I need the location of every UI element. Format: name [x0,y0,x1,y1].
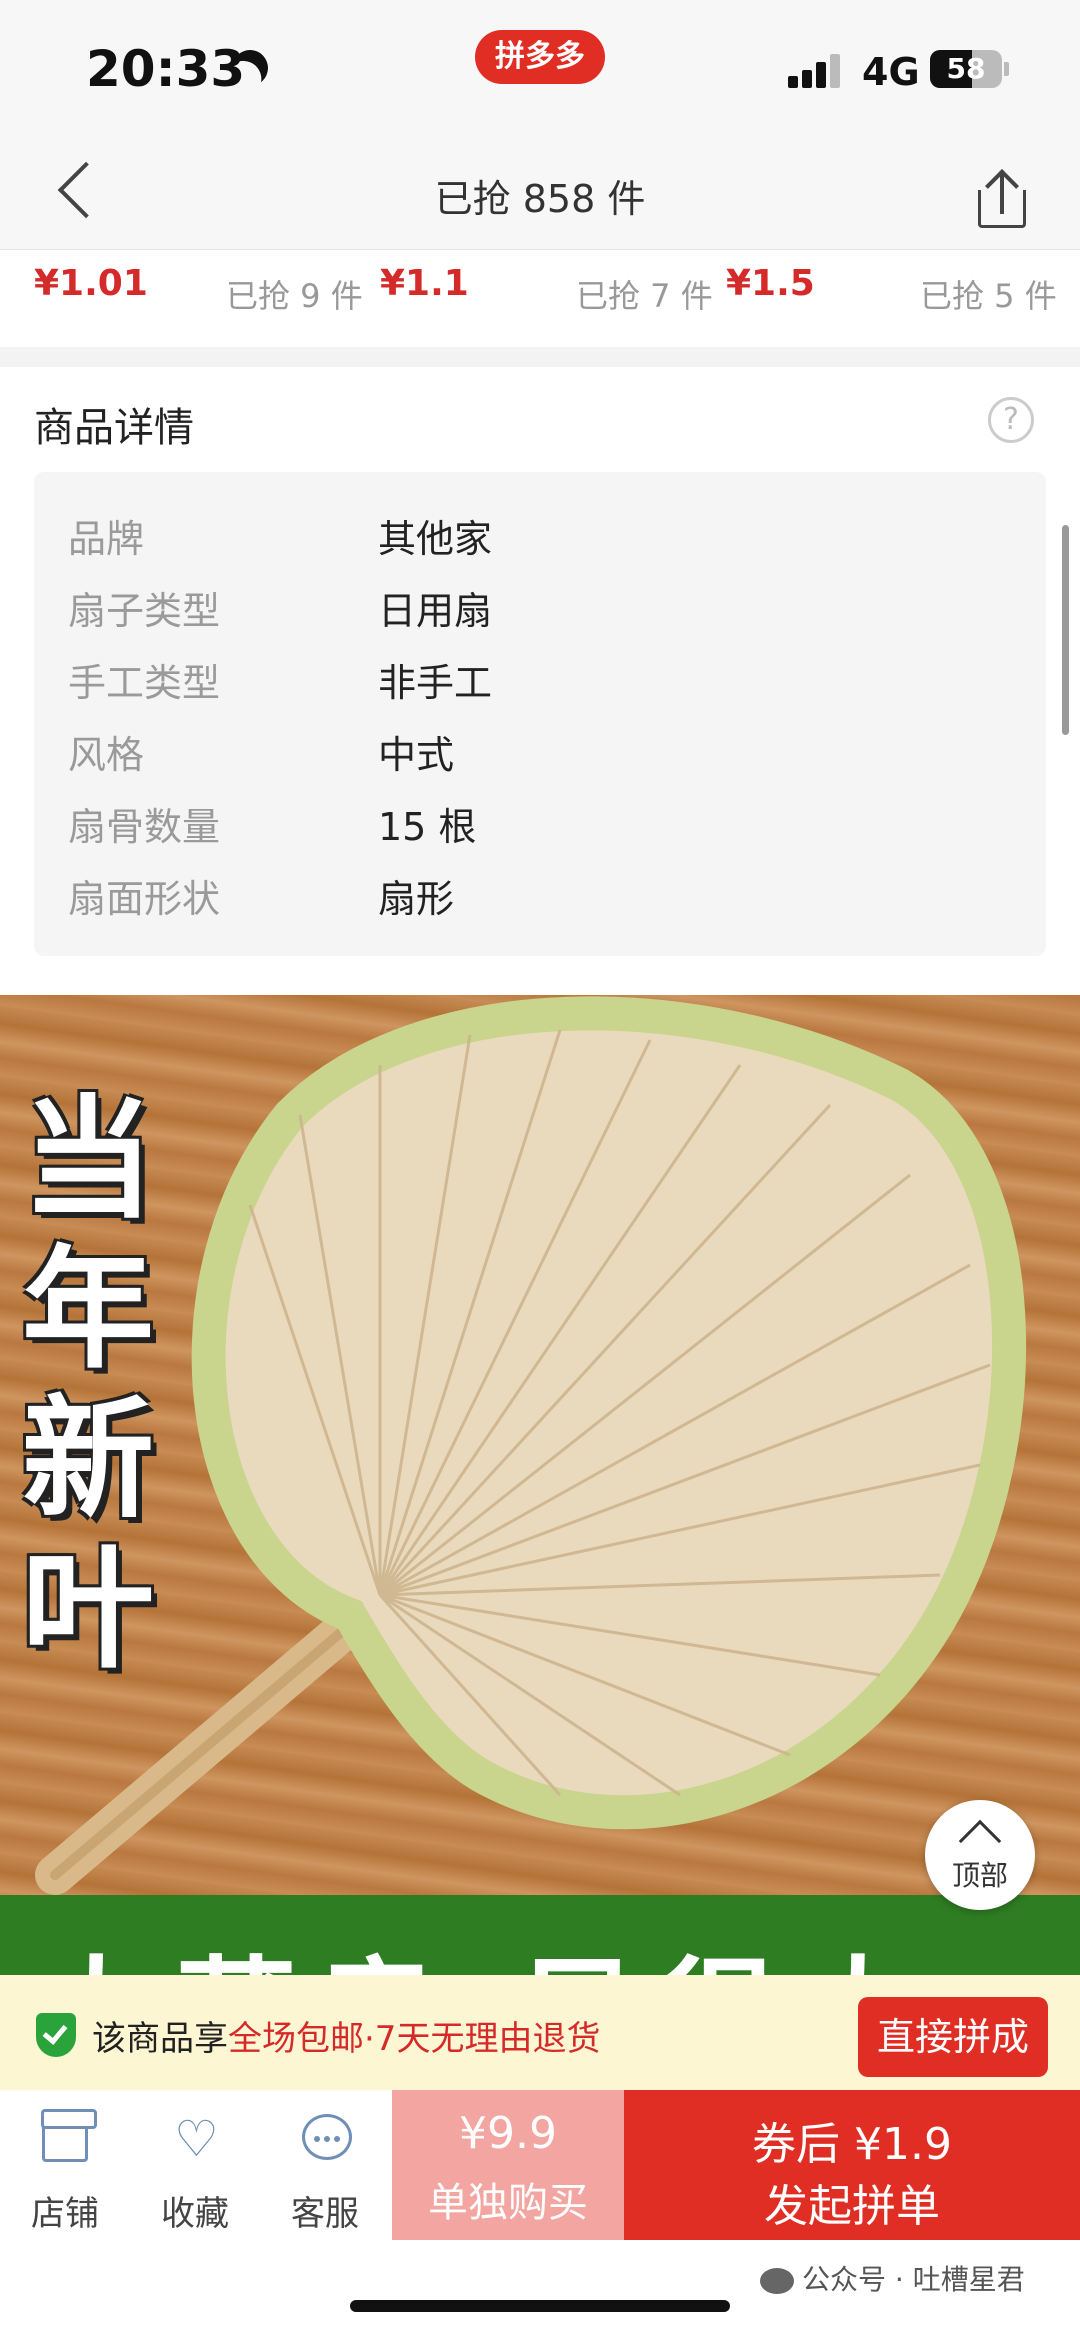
signal-icon [788,52,848,88]
detail-row: 手工类型 非手工 [68,652,968,712]
detail-row: 风格 中式 [68,724,968,784]
price-option[interactable]: ¥1.1 已抢 7 件 [380,263,720,323]
store-icon [41,2109,97,2162]
detail-row: 品牌 其他家 [68,508,968,568]
buy-single-button[interactable]: ¥9.9 单独购买 [392,2090,624,2240]
detail-value: 其他家 [378,517,493,561]
guarantee-prefix: 该商品享 [92,2019,228,2059]
detail-value: 非手工 [378,661,493,705]
detail-value: 15 根 [378,805,477,849]
price-value: ¥1.01 [34,263,148,304]
price-strip: ¥1.01 已抢 9 件 ¥1.1 已抢 7 件 ¥1.5 已抢 5 件 [0,251,1080,347]
detail-key: 扇面形状 [68,877,221,921]
detail-value: 中式 [378,733,455,777]
price-sold-count: 已抢 7 件 [576,277,713,315]
scrollbar[interactable] [1062,525,1069,735]
detail-value: 扇形 [378,877,455,921]
detail-row: 扇子类型 日用扇 [68,580,968,640]
single-label: 单独购买 [428,2180,588,2226]
back-to-top-label: 顶部 [951,1859,1008,1892]
detail-key: 品牌 [68,517,145,561]
battery-text: 58 [946,52,986,85]
check-mark [42,2019,68,2045]
heart-icon: ♡ [174,2110,219,2168]
group-price: 券后 ¥1.9 [752,2119,952,2170]
service-button[interactable]: 客服 [260,2090,390,2240]
palm-fan-illustration [35,996,1027,1895]
detail-key: 扇骨数量 [68,805,221,849]
start-group-button[interactable]: 券后 ¥1.9 发起拼单 [624,2090,1080,2240]
guarantee-bar: 该商品享全场包邮·7天无理由退货 直接拼成 [0,1975,1080,2090]
status-time: 20:33 [86,40,246,98]
page-title: 已抢 858 件 [434,177,646,221]
promo-text: 当 年 新 叶 [22,1085,162,1685]
share-icon[interactable] [978,169,1026,228]
favorite-button[interactable]: ♡ 收藏 [130,2090,260,2240]
single-price: ¥9.9 [459,2108,557,2159]
status-bar: 20:33 拼多多 4G 58 [0,0,1080,140]
product-image[interactable]: 当 年 新 叶 大蒲扇 风很大 [0,995,1080,2060]
favorite-label: 收藏 [161,2194,229,2234]
price-option[interactable]: ¥1.01 已抢 9 件 [34,263,374,323]
guarantee-highlight: 全场包邮·7天无理由退货 [228,2019,601,2059]
detail-row: 扇骨数量 15 根 [68,796,968,856]
promo-line: 叶 [22,1533,154,1687]
promo-line: 年 [22,1233,154,1387]
wechat-icon [760,2268,794,2294]
detail-key: 风格 [68,733,145,777]
network-label: 4G [862,50,920,94]
watermark-text: 公众号 · 吐槽星君 [802,2263,1025,2296]
price-option[interactable]: ¥1.5 已抢 5 件 [726,263,1066,323]
detail-value: 日用扇 [378,589,493,633]
nav-bar: 已抢 858 件 [0,140,1080,250]
store-button[interactable]: 店铺 [0,2090,130,2240]
help-icon[interactable]: ? [988,397,1034,443]
detail-key: 手工类型 [68,661,221,705]
watermark: 公众号 · 吐槽星君 [760,2258,1025,2298]
home-indicator[interactable] [350,2300,730,2312]
action-bar: 店铺 ♡ 收藏 客服 ¥9.9 单独购买 券后 ¥1.9 发起拼单 [0,2090,1080,2240]
details-table: 品牌 其他家 扇子类型 日用扇 手工类型 非手工 风格 中式 扇骨数量 15 根… [34,472,1046,956]
price-value: ¥1.5 [726,263,815,304]
promo-line: 当 [22,1083,154,1237]
detail-row: 扇面形状 扇形 [68,868,968,928]
battery-icon: 58 [930,50,1002,88]
price-sold-count: 已抢 9 件 [226,277,363,315]
store-label: 店铺 [31,2194,99,2234]
battery-tip [1004,62,1009,76]
section-divider [0,347,1080,367]
service-label: 客服 [291,2194,359,2234]
price-value: ¥1.1 [380,263,469,304]
direct-group-button[interactable]: 直接拼成 [858,1997,1048,2077]
details-header: 商品详情 ? [0,367,1080,472]
guarantee-text: 该商品享全场包邮·7天无理由退货 [92,2011,600,2060]
detail-key: 扇子类型 [68,589,221,633]
back-to-top-button[interactable]: 顶部 [925,1800,1035,1910]
promo-line: 新 [22,1383,154,1537]
shield-icon [36,2013,76,2057]
details-title: 商品详情 [34,405,194,451]
price-sold-count: 已抢 5 件 [920,277,1057,315]
chat-icon [302,2114,352,2160]
app-badge: 拼多多 [475,30,605,84]
group-label: 发起拼单 [764,2181,940,2232]
